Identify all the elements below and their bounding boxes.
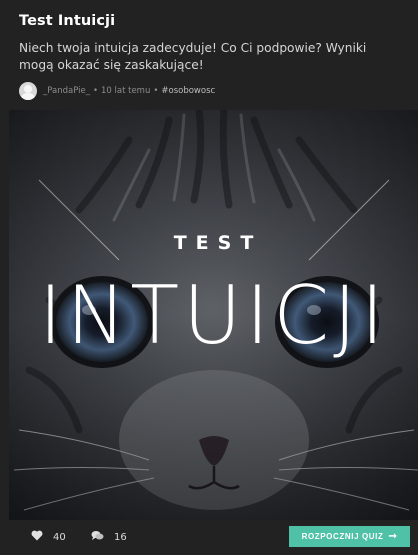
author-link[interactable]: _PandaPie_ [43, 86, 90, 96]
avatar-placeholder-icon[interactable] [19, 82, 37, 100]
tag-link[interactable]: #osobowosc [161, 86, 215, 96]
likes-count: 40 [53, 531, 66, 543]
meta-separator: • [153, 86, 159, 96]
meta-separator: • [92, 86, 98, 96]
time-ago: 10 lat temu [101, 86, 151, 96]
quiz-footer: 40 16 ROZPOCZNIJ QUIZ ➞ [9, 520, 418, 555]
quiz-cover-image[interactable]: TEST INTUICJI [9, 110, 418, 520]
quiz-card: Test Intuicji Niech twoja intuicja zadec… [0, 0, 418, 555]
start-quiz-button[interactable]: ROZPOCZNIJ QUIZ ➞ [289, 526, 410, 547]
quiz-description: Niech twoja intuicja zadecyduje! Co Ci p… [19, 41, 367, 72]
start-quiz-label: ROZPOCZNIJ QUIZ [301, 532, 384, 541]
arrow-right-icon: ➞ [388, 531, 398, 542]
cover-heading-large: INTUICJI [38, 269, 389, 362]
quiz-title[interactable]: Test Intuicji [19, 13, 115, 29]
comments-icon [91, 530, 104, 544]
heart-icon [31, 530, 43, 544]
comments-count: 16 [114, 531, 127, 543]
cover-heading-small: TEST [173, 232, 263, 254]
comments-counter[interactable]: 16 [91, 530, 127, 544]
likes-counter[interactable]: 40 [31, 530, 66, 544]
quiz-meta: _PandaPie_ • 10 lat temu • #osobowosc [19, 82, 215, 100]
